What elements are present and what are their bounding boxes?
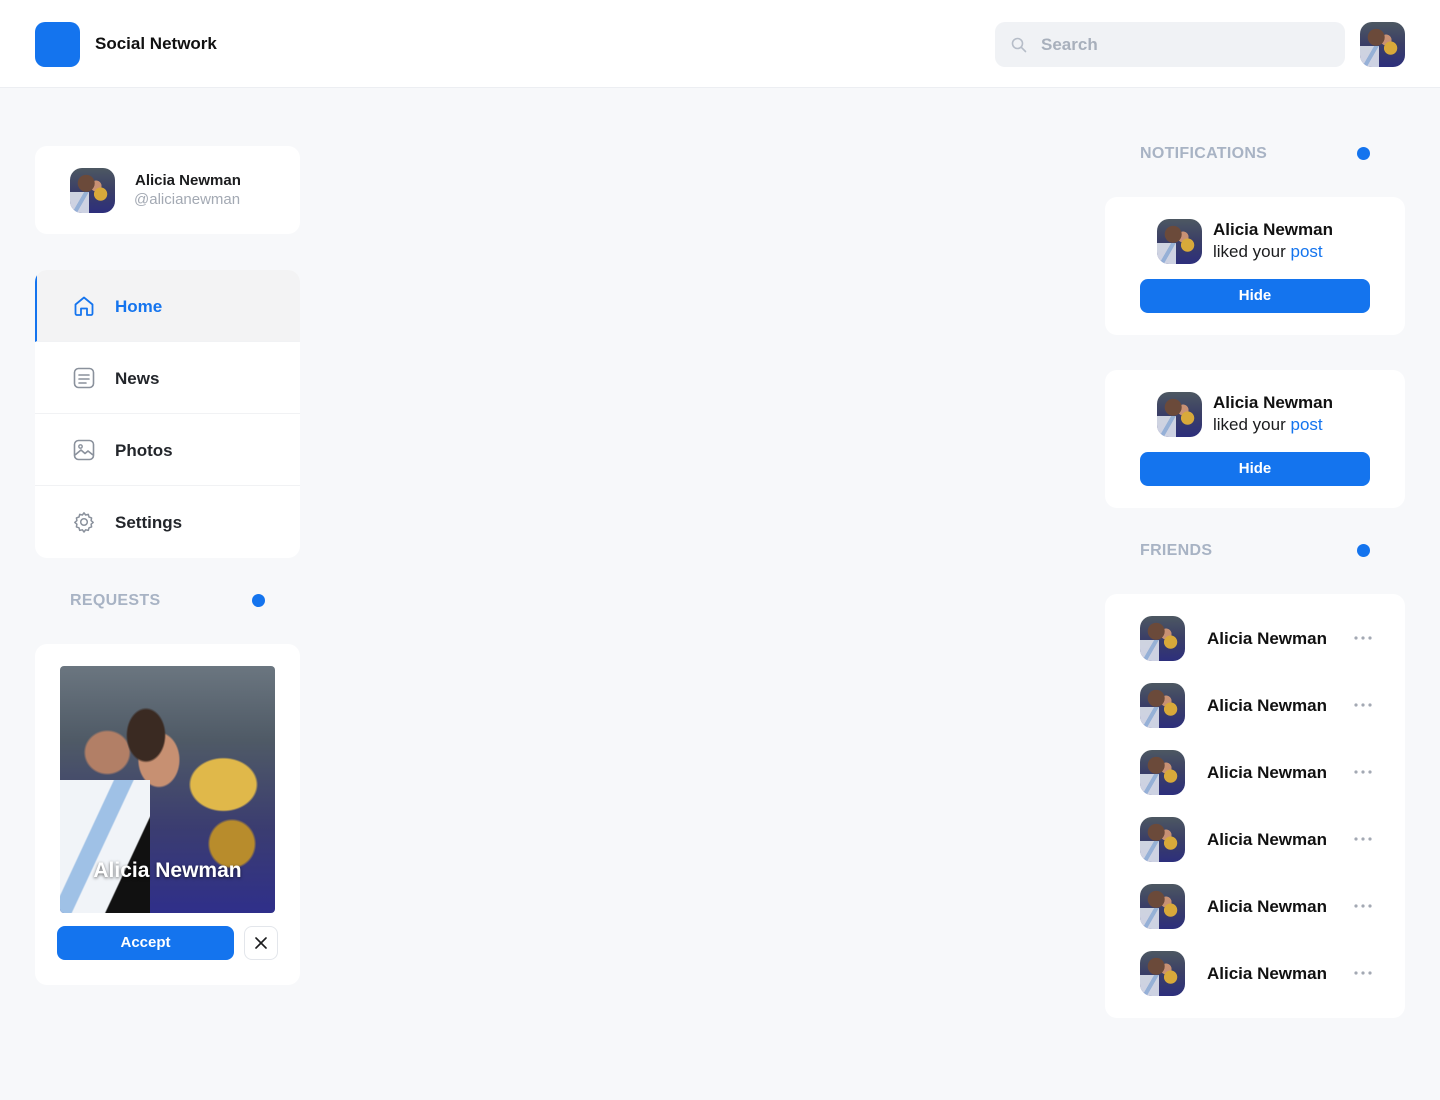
friend-avatar: [1140, 683, 1185, 728]
hide-button[interactable]: Hide: [1140, 279, 1370, 313]
profile-name: Alicia Newman: [135, 172, 241, 189]
friend-name: Alicia Newman: [1207, 830, 1327, 849]
friend-item[interactable]: Alicia Newman: [1140, 884, 1375, 929]
requests-indicator-dot: [252, 594, 265, 607]
top-header: Social Network: [0, 0, 1440, 88]
friend-name: Alicia Newman: [1207, 629, 1327, 648]
friend-avatar: [1140, 616, 1185, 661]
friends-list: Alicia Newman Alicia Newman Alicia Newma…: [1105, 594, 1405, 1018]
sidebar-item-label: Photos: [115, 441, 173, 460]
notifications-title: NOTIFICATIONS: [1140, 145, 1268, 162]
hide-button[interactable]: Hide: [1140, 452, 1370, 486]
friend-name: Alicia Newman: [1207, 897, 1327, 916]
search-input[interactable]: [1041, 34, 1311, 55]
notification-card: Alicia Newman liked your post Hide: [1105, 197, 1405, 335]
search-bar[interactable]: [995, 22, 1345, 67]
decline-button[interactable]: [244, 926, 278, 960]
notification-avatar: [1157, 219, 1202, 264]
friend-name: Alicia Newman: [1207, 696, 1327, 715]
more-options-icon[interactable]: [1354, 837, 1372, 841]
photos-icon: [73, 439, 95, 461]
friend-avatar: [1140, 951, 1185, 996]
friend-item[interactable]: Alicia Newman: [1140, 951, 1375, 996]
sidebar-item-label: Settings: [115, 513, 183, 532]
friends-title: FRIENDS: [1140, 542, 1213, 559]
notification-message: liked your: [1213, 415, 1286, 434]
profile-handle: @alicianewman: [134, 191, 241, 208]
sidebar-item-news[interactable]: News: [35, 342, 300, 414]
request-name: Alicia Newman: [93, 859, 242, 882]
sidebar-nav: Home News Photos Settings: [35, 270, 300, 558]
sidebar-item-label: Home: [115, 297, 163, 316]
friend-name: Alicia Newman: [1207, 964, 1327, 983]
notification-card: Alicia Newman liked your post Hide: [1105, 370, 1405, 508]
gear-icon: [74, 512, 94, 533]
sidebar-item-settings[interactable]: Settings: [35, 486, 300, 558]
request-card: Alicia Newman Accept: [35, 644, 300, 985]
notification-post-link[interactable]: post: [1291, 415, 1323, 434]
friends-indicator-dot: [1357, 544, 1370, 557]
friend-item[interactable]: Alicia Newman: [1140, 683, 1375, 728]
close-icon: [255, 937, 267, 949]
more-options-icon[interactable]: [1354, 971, 1372, 975]
friend-avatar: [1140, 884, 1185, 929]
profile-avatar: [70, 168, 115, 213]
profile-card[interactable]: Alicia Newman @alicianewman: [35, 146, 300, 234]
app-title: Social Network: [95, 34, 217, 53]
more-options-icon[interactable]: [1354, 703, 1372, 707]
user-avatar[interactable]: [1360, 22, 1405, 67]
friend-item[interactable]: Alicia Newman: [1140, 616, 1375, 661]
notification-post-link[interactable]: post: [1291, 242, 1323, 261]
app-logo[interactable]: [35, 22, 80, 67]
notifications-indicator-dot: [1357, 147, 1370, 160]
request-photo[interactable]: Alicia Newman: [60, 666, 275, 913]
sidebar-item-label: News: [115, 369, 160, 388]
friend-avatar: [1140, 817, 1185, 862]
accept-button[interactable]: Accept: [57, 926, 234, 960]
notification-text: liked your post: [1213, 242, 1323, 262]
notification-avatar: [1157, 392, 1202, 437]
notification-name: Alicia Newman: [1213, 393, 1333, 412]
notification-name: Alicia Newman: [1213, 220, 1333, 239]
sidebar-item-home[interactable]: Home: [35, 270, 300, 342]
sidebar-item-photos[interactable]: Photos: [35, 414, 300, 486]
friend-item[interactable]: Alicia Newman: [1140, 817, 1375, 862]
notification-message: liked your: [1213, 242, 1286, 261]
notification-text: liked your post: [1213, 415, 1323, 435]
news-icon: [73, 367, 95, 389]
search-icon: [1011, 37, 1027, 52]
friend-item[interactable]: Alicia Newman: [1140, 750, 1375, 795]
friend-name: Alicia Newman: [1207, 763, 1327, 782]
requests-title: REQUESTS: [70, 592, 161, 609]
home-icon: [74, 296, 94, 316]
more-options-icon[interactable]: [1354, 904, 1372, 908]
friend-avatar: [1140, 750, 1185, 795]
more-options-icon[interactable]: [1354, 636, 1372, 640]
more-options-icon[interactable]: [1354, 770, 1372, 774]
